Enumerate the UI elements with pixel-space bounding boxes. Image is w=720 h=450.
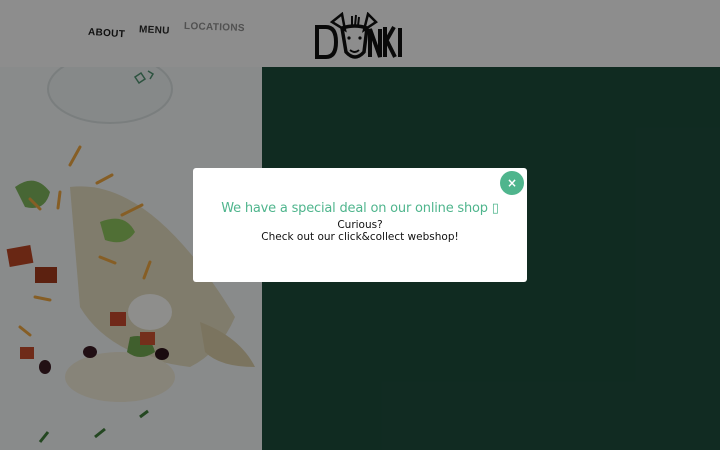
modal-text-curious: Curious? <box>337 219 383 231</box>
modal-text-webshop: Check out our click&collect webshop! <box>261 231 459 243</box>
close-modal-button[interactable]: × <box>500 171 524 195</box>
promo-modal: × We have a special deal on our online s… <box>193 168 527 282</box>
modal-title: We have a special deal on our online sho… <box>221 201 499 216</box>
